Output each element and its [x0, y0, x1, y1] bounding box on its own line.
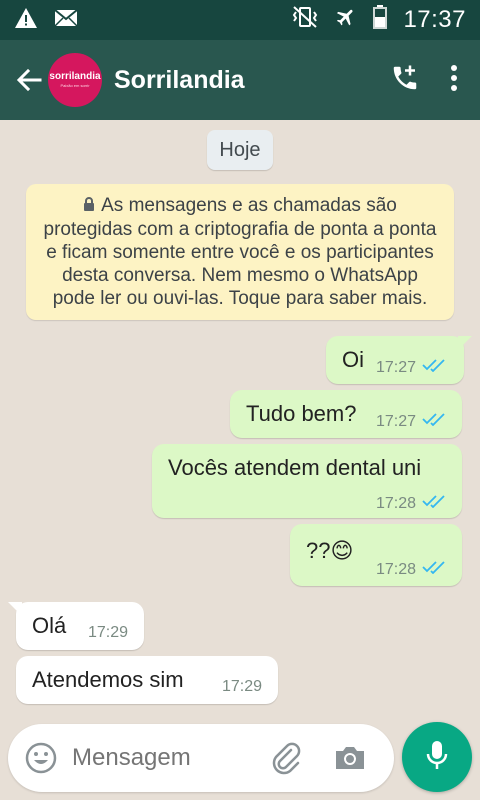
message-bubble-outgoing[interactable]: Oi 17:27 [326, 336, 472, 384]
bubble-tail [8, 602, 22, 616]
message-text: Tudo bem? [246, 401, 357, 426]
message-meta: 17:28 [376, 494, 446, 513]
more-vert-icon[interactable] [450, 64, 458, 96]
message-meta: 17:29 [88, 624, 128, 642]
mail-icon [54, 8, 78, 33]
add-call-icon[interactable] [390, 63, 420, 98]
chat-header: sorrilandia Paixão em sorrir Sorrilandia [0, 40, 480, 120]
message-time: 17:29 [88, 624, 129, 641]
status-bar: 17:37 [0, 0, 480, 40]
contact-name[interactable]: Sorrilandia [114, 66, 245, 95]
avatar-tagline: Paixão em sorrir [60, 83, 90, 88]
message-meta: 17:27 [376, 412, 446, 431]
header-actions [390, 63, 458, 98]
message-input[interactable] [72, 744, 262, 772]
emoji-icon[interactable] [24, 741, 58, 775]
lock-icon [83, 195, 95, 218]
message-time: 17:28 [376, 560, 417, 578]
message-text: Oi [342, 347, 364, 372]
mic-icon [425, 739, 449, 776]
compose-box [8, 724, 394, 792]
airplane-mode-icon [335, 6, 357, 35]
conversation[interactable]: Hoje As mensagens e as chamadas são prot… [0, 120, 480, 720]
avatar-logo: sorrilandia [49, 71, 101, 82]
message-bubble-outgoing[interactable]: ??😊 17:28 [290, 524, 462, 586]
message-bubble-outgoing[interactable]: Vocês atendem dental uni 17:28 [152, 444, 462, 518]
message-meta: 17:29 [222, 678, 262, 696]
message-meta: 17:27 [376, 358, 446, 377]
attach-icon[interactable] [268, 740, 304, 776]
message-time: 17:27 [376, 358, 417, 376]
compose-bar [0, 720, 480, 800]
message-text: Olá [32, 613, 67, 638]
avatar[interactable]: sorrilandia Paixão em sorrir [48, 53, 102, 107]
clock: 17:37 [403, 6, 466, 33]
message-bubble-incoming[interactable]: Atendemos sim 17:29 [16, 656, 278, 704]
double-check-icon [422, 560, 446, 579]
double-check-icon [422, 494, 446, 513]
status-left [14, 7, 78, 34]
back-arrow-icon[interactable] [8, 59, 50, 101]
vibrate-icon [291, 5, 319, 36]
message-time: 17:28 [376, 494, 417, 512]
encryption-notice-text: As mensagens e as chamadas são protegida… [43, 195, 437, 309]
message-meta: 17:28 [376, 560, 446, 579]
message-text: ??😊 [306, 538, 354, 563]
camera-icon[interactable] [332, 740, 368, 776]
message-time: 17:27 [376, 412, 417, 430]
warning-icon [14, 7, 38, 34]
message-text: Vocês atendem dental uni [168, 455, 422, 480]
message-bubble-outgoing[interactable]: Tudo bem? 17:27 [230, 390, 462, 438]
date-chip: Hoje [207, 130, 273, 170]
double-check-icon [422, 358, 446, 377]
message-time: 17:29 [222, 678, 263, 695]
double-check-icon [422, 412, 446, 431]
bubble-tail [458, 336, 472, 350]
status-right: 17:37 [291, 4, 466, 36]
battery-icon [373, 4, 388, 36]
encryption-notice[interactable]: As mensagens e as chamadas são protegida… [26, 184, 454, 320]
message-text: Atendemos sim [32, 667, 184, 692]
message-bubble-incoming[interactable]: Olá 17:29 [8, 602, 144, 650]
mic-button[interactable] [402, 722, 472, 792]
